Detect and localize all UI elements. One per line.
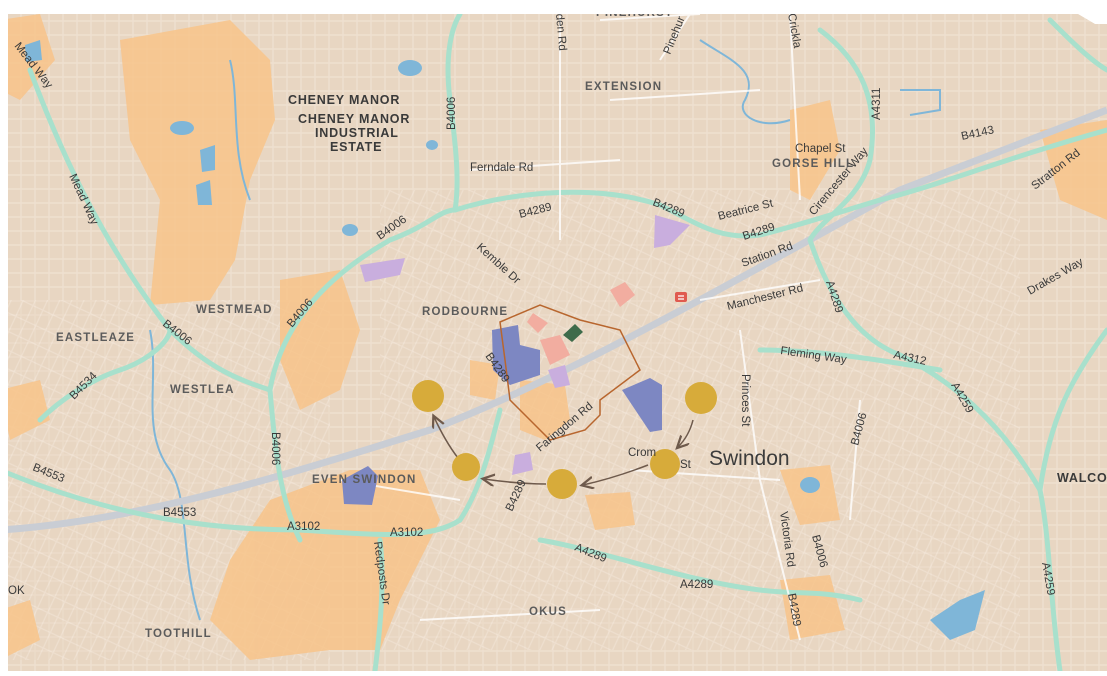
road-cromb-st-2: St bbox=[680, 459, 692, 471]
district-even-swindon: EVEN SWINDON bbox=[312, 474, 417, 486]
district-rodbourne: RODBOURNE bbox=[422, 306, 508, 318]
route-marker-5[interactable] bbox=[412, 380, 444, 412]
district-cheney-manor-industrial: CHENEY MANOR bbox=[298, 112, 410, 126]
route-marker-4[interactable] bbox=[452, 453, 480, 481]
map-layer: CHENEY MANOR CHENEY MANOR INDUSTRIAL EST… bbox=[8, 7, 1107, 671]
road-b4006-e: B4006 bbox=[269, 432, 281, 465]
road-b4553-b: B4553 bbox=[163, 507, 196, 519]
road-a3102-b: A3102 bbox=[390, 527, 423, 539]
city-label-swindon: Swindon bbox=[709, 447, 790, 470]
railway-station-icon[interactable] bbox=[675, 292, 687, 302]
road-chapel-st: Chapel St bbox=[795, 143, 846, 155]
route-marker-1[interactable] bbox=[685, 382, 717, 414]
district-industrial: INDUSTRIAL bbox=[315, 126, 399, 140]
district-eastleaze: EASTLEAZE bbox=[56, 332, 135, 344]
map-canvas[interactable]: CHENEY MANOR CHENEY MANOR INDUSTRIAL EST… bbox=[0, 0, 1107, 671]
district-toothill: TOOTHILL bbox=[145, 628, 212, 640]
district-westlea: WESTLEA bbox=[170, 384, 235, 396]
road-b4006-a: B4006 bbox=[446, 97, 458, 130]
road-ferndale-rd: Ferndale Rd bbox=[470, 162, 533, 174]
road-princes-st: Princes St bbox=[739, 374, 751, 427]
district-extension: EXTENSION bbox=[585, 81, 662, 93]
district-westmead: WESTMEAD bbox=[196, 304, 273, 316]
district-pinehurst: PINEHURST bbox=[596, 7, 673, 19]
district-estate: ESTATE bbox=[330, 140, 382, 154]
map-frame: CHENEY MANOR CHENEY MANOR INDUSTRIAL EST… bbox=[0, 0, 1107, 671]
district-walcot: WALCO bbox=[1057, 471, 1107, 485]
road-a4311: A4311 bbox=[871, 88, 883, 120]
road-a3102-a: A3102 bbox=[287, 521, 320, 533]
road-cromb-st-1: Crom bbox=[628, 447, 656, 459]
district-cheney-manor: CHENEY MANOR bbox=[288, 93, 400, 107]
road-a4289-c: A4289 bbox=[680, 579, 713, 591]
district-okus: OKUS bbox=[529, 606, 567, 618]
road-ok-edge: OK bbox=[8, 585, 25, 597]
route-marker-3[interactable] bbox=[547, 469, 577, 499]
